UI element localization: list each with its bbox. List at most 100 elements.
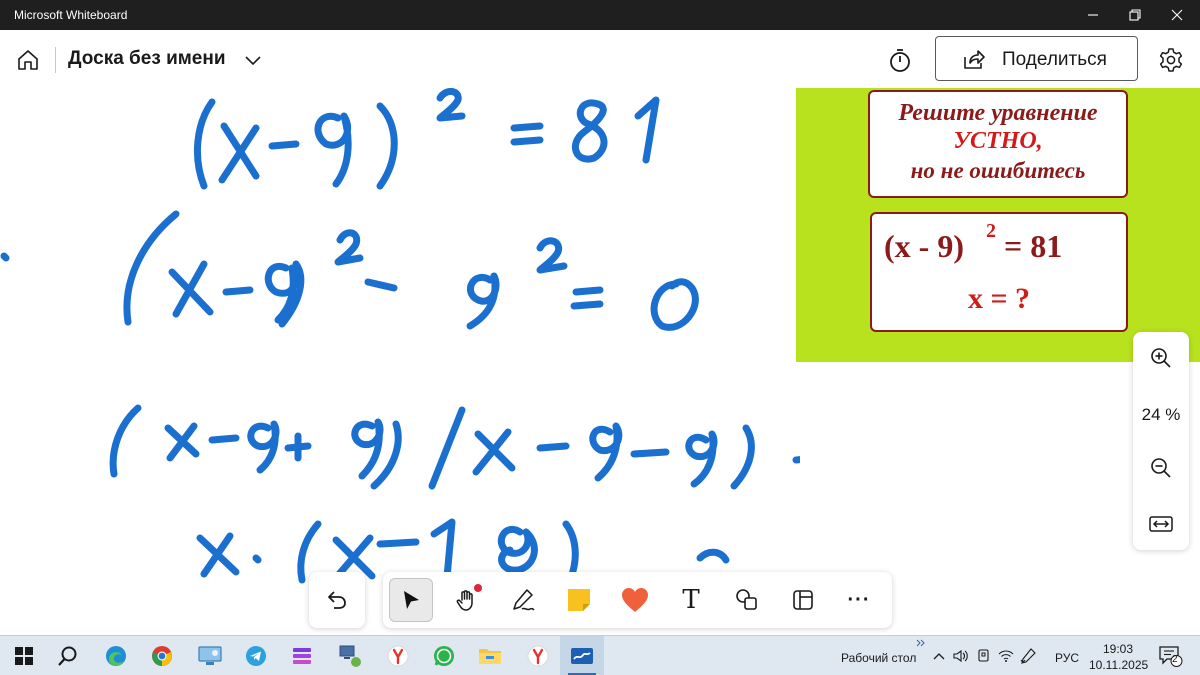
equation-right: = 81 (1004, 228, 1063, 264)
timer-button[interactable] (884, 44, 916, 76)
zoom-level[interactable]: 24 % (1133, 405, 1189, 425)
remote-desktop-icon (198, 646, 222, 665)
select-tool[interactable] (389, 578, 433, 622)
home-button[interactable] (12, 44, 44, 76)
text-tool[interactable]: T (669, 578, 713, 622)
network-computer-icon (339, 645, 361, 667)
ink-line-3 (109, 404, 800, 490)
taskbar-chrome[interactable] (148, 642, 176, 670)
notifications-button[interactable]: 2 (1156, 642, 1184, 670)
telegram-icon (246, 646, 266, 666)
ink-line-1 (193, 88, 660, 190)
whiteboard-canvas[interactable]: Решите уравнение УСТНО, но не ошибитесь … (0, 88, 1200, 635)
zoom-panel: 24 % (1133, 332, 1189, 550)
network-button[interactable] (998, 648, 1014, 664)
taskbar-edge[interactable] (102, 642, 130, 670)
fit-to-screen-button[interactable] (1147, 510, 1175, 538)
taskbar-yandex-browser[interactable] (384, 642, 412, 670)
title-bar: Microsoft Whiteboard (0, 0, 1200, 30)
clock-date[interactable]: 10.11.2025 (1089, 658, 1148, 672)
taskbar-file-explorer[interactable] (476, 642, 504, 670)
sticky-note-tool[interactable] (557, 578, 601, 622)
task-line-3: но не ошибитесь (910, 158, 1086, 183)
taskbar-whatsapp[interactable] (430, 642, 458, 670)
templates-tool[interactable] (781, 578, 825, 622)
stacked-app-icon (293, 648, 311, 664)
heart-icon (622, 588, 648, 612)
whatsapp-icon (434, 646, 454, 666)
taskbar-remote-desktop[interactable] (196, 642, 224, 670)
start-button[interactable] (10, 642, 38, 670)
timer-icon (890, 49, 910, 72)
meet-now-button[interactable] (976, 648, 992, 664)
volume-button[interactable] (953, 648, 969, 664)
templates-icon (793, 590, 813, 610)
restore-button[interactable] (1114, 0, 1156, 30)
ink-line-2 (123, 210, 699, 331)
pen-icon (513, 589, 535, 611)
yandex-icon (527, 645, 549, 667)
text-icon: T (682, 585, 700, 615)
select-icon (404, 591, 419, 609)
pen-workspace-icon (1020, 648, 1036, 664)
active-indicator-dot (474, 584, 482, 592)
reaction-tool[interactable] (613, 578, 657, 622)
home-icon (18, 50, 38, 70)
task-image-card[interactable]: Решите уравнение УСТНО, но не ошибитесь … (796, 88, 1200, 362)
fit-width-icon (1149, 516, 1173, 532)
chevron-down-icon[interactable] (243, 52, 263, 68)
pen-workspace-button[interactable] (1020, 648, 1036, 664)
shapes-tool[interactable] (725, 578, 769, 622)
tool-palette: T ··· (383, 572, 892, 628)
pan-tool[interactable] (445, 578, 489, 622)
desktop-toolbar-label[interactable]: Рабочий стол (841, 651, 916, 665)
task-text-box: Решите уравнение УСТНО, но не ошибитесь (868, 90, 1128, 198)
restore-icon (1129, 9, 1141, 21)
share-button[interactable]: Поделиться (935, 36, 1138, 81)
ink-dot (0, 252, 10, 262)
equation-box: (x - 9) 2 = 81 x = ? (870, 212, 1128, 332)
task-line-1: Решите уравнение (898, 100, 1098, 126)
yandex-browser-icon (387, 645, 409, 667)
close-icon (1171, 9, 1183, 21)
edge-browser-icon (106, 646, 126, 666)
zoom-out-button[interactable] (1147, 454, 1175, 482)
windows-logo-icon (15, 647, 33, 665)
search-icon (58, 646, 77, 666)
board-title[interactable]: Доска без имени (68, 48, 226, 70)
whiteboard-app: Microsoft Whiteboard Доска без имени Под… (0, 0, 1200, 675)
equation-exponent: 2 (986, 220, 996, 242)
taskbar-search-button[interactable] (54, 642, 82, 670)
window-title: Microsoft Whiteboard (14, 8, 128, 22)
chrome-browser-icon (152, 646, 172, 666)
minimize-button[interactable] (1072, 0, 1114, 30)
folder-icon (479, 649, 501, 664)
taskbar-whiteboard[interactable] (568, 642, 596, 670)
more-icon: ··· (847, 588, 871, 611)
taskbar-network-app[interactable] (336, 642, 364, 670)
more-tools-button[interactable]: ··· (837, 578, 881, 622)
equation-question: x = ? (967, 282, 1031, 315)
close-button[interactable] (1156, 0, 1198, 30)
double-chevron-right-icon[interactable] (916, 639, 926, 647)
notification-count: 2 (1172, 654, 1178, 665)
input-language[interactable]: РУС (1055, 651, 1079, 665)
clock-time[interactable]: 19:03 (1103, 642, 1133, 656)
settings-button[interactable] (1155, 44, 1187, 76)
taskbar-yandex[interactable] (524, 642, 552, 670)
pen-tool[interactable] (501, 578, 545, 622)
notification-center-icon (1159, 646, 1183, 667)
taskbar-telegram[interactable] (242, 642, 270, 670)
shapes-icon (736, 589, 757, 610)
header-divider (55, 47, 56, 73)
whiteboard-app-icon (571, 648, 593, 664)
chevron-up-icon (933, 653, 945, 660)
device-icon (978, 649, 989, 662)
equation-left: (x - 9) (884, 228, 964, 264)
taskbar-app-stack[interactable] (288, 642, 316, 670)
zoom-out-icon (1151, 458, 1171, 478)
handwritten-ink[interactable] (0, 88, 800, 635)
zoom-in-button[interactable] (1147, 344, 1175, 372)
undo-button[interactable] (309, 572, 365, 628)
show-hidden-icons-button[interactable] (931, 648, 947, 664)
